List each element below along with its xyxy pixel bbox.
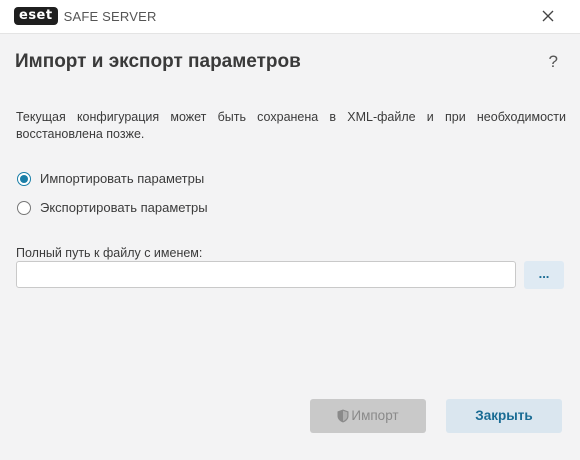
- import-option-label: Импортировать параметры: [40, 171, 205, 186]
- import-radio[interactable]: [17, 171, 31, 186]
- export-option[interactable]: Экспортировать параметры: [17, 200, 208, 215]
- import-button[interactable]: Импорт: [310, 399, 426, 433]
- browse-button[interactable]: ...: [524, 261, 564, 289]
- description-text: Текущая конфигурация может быть сохранен…: [16, 110, 566, 141]
- shield-icon: [337, 409, 349, 423]
- eset-logo: eset SAFE SERVER: [14, 7, 157, 25]
- import-option[interactable]: Импортировать параметры: [17, 171, 204, 186]
- close-button[interactable]: Закрыть: [446, 399, 562, 433]
- export-option-label: Экспортировать параметры: [40, 200, 208, 215]
- help-icon[interactable]: ?: [549, 52, 558, 72]
- dialog-title: Импорт и экспорт параметров: [15, 51, 301, 72]
- close-button-label: Закрыть: [475, 408, 533, 423]
- import-button-label: Импорт: [351, 408, 399, 423]
- export-radio[interactable]: [17, 200, 31, 215]
- file-path-input[interactable]: [16, 261, 516, 288]
- close-icon[interactable]: [540, 8, 556, 24]
- path-label: Полный путь к файлу с именем:: [16, 246, 203, 260]
- product-name: SAFE SERVER: [63, 8, 157, 24]
- logo-mark: eset: [14, 7, 58, 25]
- title-bar: eset SAFE SERVER: [0, 0, 580, 34]
